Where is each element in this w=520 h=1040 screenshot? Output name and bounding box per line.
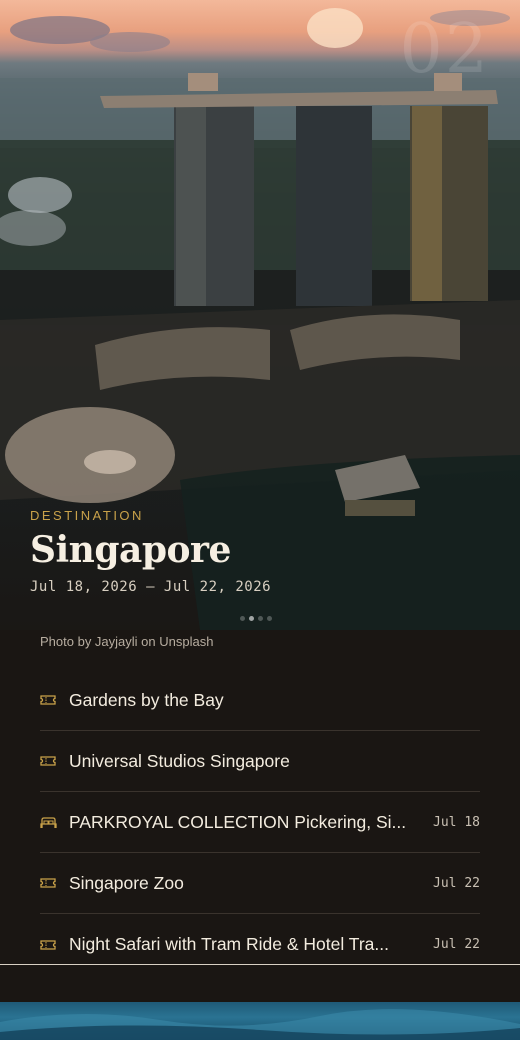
item-name: Night Safari with Tram Ride & Hotel Tra.… — [69, 934, 389, 954]
section-divider — [0, 964, 520, 965]
list-item[interactable]: Singapore Zoo Jul 22 — [40, 853, 480, 914]
item-date: Jul 22 — [433, 875, 480, 891]
item-name: Gardens by the Bay — [69, 689, 224, 710]
list-item[interactable]: PARKROYAL COLLECTION Pickering, Si... Ju… — [40, 792, 480, 853]
hero-image[interactable]: 02 DESTINATION Singapore Jul 18, 2026 – … — [0, 0, 520, 630]
ticket-icon — [40, 876, 58, 890]
trip-dates: Jul 18, 2026 – Jul 22, 2026 — [30, 579, 272, 595]
ticket-icon — [40, 938, 58, 952]
item-date: Jul 18 — [433, 814, 480, 830]
destination-title: Singapore — [30, 529, 231, 571]
hero-caption: DESTINATION Singapore Jul 18, 2026 – Jul… — [30, 508, 490, 595]
carousel-dots[interactable] — [240, 616, 272, 621]
list-item[interactable]: Gardens by the Bay — [40, 670, 480, 731]
item-name: Universal Studios Singapore — [69, 750, 290, 771]
bed-icon — [40, 815, 58, 829]
page-number: 02 — [399, 10, 490, 89]
ticket-icon — [40, 693, 58, 707]
carousel-dot-active[interactable] — [249, 616, 254, 621]
item-name: Singapore Zoo — [69, 872, 184, 893]
carousel-dot[interactable] — [258, 616, 263, 621]
itinerary-list: Gardens by the Bay Universal Studios Sin… — [40, 670, 480, 975]
list-item[interactable]: Universal Studios Singapore — [40, 731, 480, 792]
destination-label: DESTINATION — [30, 508, 144, 523]
next-destination-preview[interactable] — [0, 1002, 520, 1040]
photo-credit[interactable]: Photo by Jayjayli on Unsplash — [40, 634, 213, 649]
carousel-dot[interactable] — [240, 616, 245, 621]
ticket-icon — [40, 754, 58, 768]
item-name: PARKROYAL COLLECTION Pickering, Si... — [69, 811, 407, 832]
next-destination-photo — [0, 1009, 520, 1040]
list-item[interactable]: Night Safari with Tram Ride & Hotel Tra.… — [40, 914, 480, 975]
carousel-dot[interactable] — [267, 616, 272, 621]
item-date: Jul 22 — [433, 937, 480, 952]
